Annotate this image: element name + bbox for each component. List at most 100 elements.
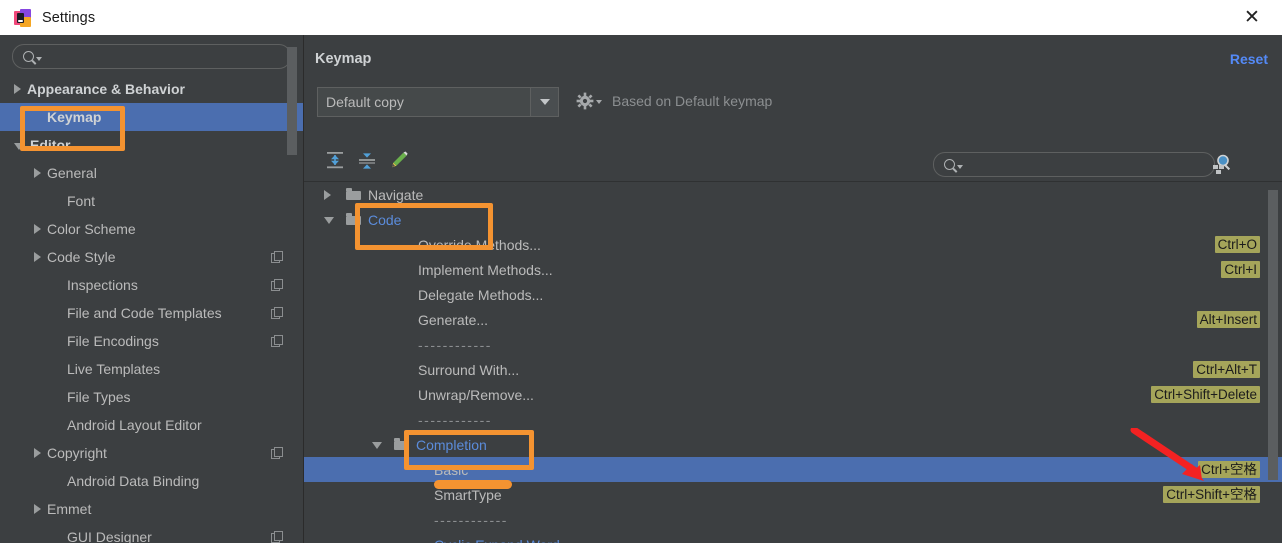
keymap-tree-row[interactable]: Override Methods... Ctrl+O: [304, 232, 1282, 257]
shortcut-badge: Ctrl+Shift+空格: [1163, 486, 1260, 503]
sidebar-item-live-templates[interactable]: Live Templates: [0, 355, 303, 383]
keymap-separator-row: ------------: [304, 332, 1282, 357]
sidebar-item-label: GUI Designer: [67, 529, 152, 543]
search-icon: [944, 159, 955, 170]
sidebar-item-code-style[interactable]: Code Style: [0, 243, 303, 271]
folder-icon: [394, 438, 409, 450]
chevron-down-icon[interactable]: [324, 217, 334, 224]
keymap-tree-row[interactable]: Delegate Methods...: [304, 282, 1282, 307]
keymap-scrollbar[interactable]: [1268, 182, 1280, 543]
chevron-right-icon[interactable]: [14, 84, 21, 94]
keymap-tree-row[interactable]: Completion: [304, 432, 1282, 457]
sidebar-item-label: File Types: [67, 389, 131, 405]
chevron-down-icon: [36, 56, 42, 61]
sidebar-item-file-and-code-templates[interactable]: File and Code Templates: [0, 299, 303, 327]
keymap-tree-row[interactable]: Cyclic Expand Word: [304, 532, 1282, 543]
sidebar-item-emmet[interactable]: Emmet: [0, 495, 303, 523]
keymap-tree-row[interactable]: Navigate: [304, 182, 1282, 207]
gear-icon[interactable]: [576, 92, 594, 110]
keymap-tree-row[interactable]: Unwrap/Remove... Ctrl+Shift+Delete: [304, 382, 1282, 407]
keymap-separator-row: ------------: [304, 507, 1282, 532]
keymap-tree-row[interactable]: Basic Ctrl+空格: [304, 457, 1282, 482]
sidebar-item-label: Android Data Binding: [67, 473, 200, 489]
chevron-right-icon[interactable]: [34, 224, 41, 234]
sidebar-scrollbar-thumb[interactable]: [287, 47, 297, 155]
sidebar-item-label: General: [47, 165, 97, 181]
shortcut-badge: Ctrl+O: [1214, 236, 1260, 253]
window-titlebar: Settings ✕: [0, 0, 1282, 36]
keymap-select[interactable]: Default copy: [317, 87, 559, 117]
sidebar-item-file-encodings[interactable]: File Encodings: [0, 327, 303, 355]
sidebar-item-label: Inspections: [67, 277, 138, 293]
keymap-select-arrow[interactable]: [530, 88, 558, 116]
close-icon[interactable]: ✕: [1230, 0, 1274, 35]
keymap-tree-row[interactable]: Code: [304, 207, 1282, 232]
sidebar-item-android-data-binding[interactable]: Android Data Binding: [0, 467, 303, 495]
chevron-down-icon[interactable]: [14, 143, 24, 150]
shortcut-badge: Alt+Insert: [1196, 311, 1260, 328]
edit-pencil-icon[interactable]: [386, 148, 412, 172]
keymap-search-input[interactable]: [968, 156, 1204, 173]
shortcut-badge: Ctrl+Alt+T: [1193, 361, 1260, 378]
gear-chevron-down-icon[interactable]: [596, 100, 602, 104]
sidebar-item-label: Appearance & Behavior: [27, 81, 185, 97]
keymap-tree-row[interactable]: SmartType Ctrl+Shift+空格: [304, 482, 1282, 507]
chevron-down-icon: [957, 164, 963, 169]
sidebar-item-color-scheme[interactable]: Color Scheme: [0, 215, 303, 243]
sidebar-item-label: File and Code Templates: [67, 305, 222, 321]
keymap-tree-row[interactable]: Surround With... Ctrl+Alt+T: [304, 357, 1282, 382]
keymap-action-label: Delegate Methods...: [418, 286, 544, 303]
sidebar-item-editor[interactable]: Editor: [0, 131, 303, 159]
sidebar-tree: Appearance & Behavior Keymap Editor General…: [0, 75, 303, 543]
sidebar-search-box[interactable]: [12, 44, 291, 69]
sidebar-item-inspections[interactable]: Inspections: [0, 271, 303, 299]
chevron-down-icon[interactable]: [372, 442, 382, 449]
sidebar-item-gui-designer[interactable]: GUI Designer: [0, 523, 303, 543]
chevron-right-icon[interactable]: [34, 448, 41, 458]
reset-button[interactable]: Reset: [1230, 51, 1268, 67]
folder-icon: [346, 213, 361, 225]
find-by-shortcut-icon[interactable]: [1210, 152, 1234, 176]
keymap-scrollbar-thumb[interactable]: [1268, 190, 1278, 480]
keymap-toolbar: [304, 140, 1282, 180]
chevron-right-icon[interactable]: [34, 504, 41, 514]
keymap-action-label: Override Methods...: [418, 236, 541, 253]
sidebar-search-wrap: [0, 35, 303, 75]
sidebar-item-font[interactable]: Font: [0, 187, 303, 215]
settings-sidebar: Appearance & Behavior Keymap Editor General…: [0, 35, 304, 543]
sidebar-item-label: Code Style: [47, 249, 116, 265]
sidebar-search-input[interactable]: [47, 48, 280, 65]
chevron-right-icon[interactable]: [34, 168, 41, 178]
sidebar-item-file-types[interactable]: File Types: [0, 383, 303, 411]
copy-config-icon: [271, 335, 283, 347]
collapse-all-icon[interactable]: [354, 148, 380, 172]
keymap-panel: Keymap Reset Default copy Based on Defau…: [304, 35, 1282, 543]
keymap-separator-row: ------------: [304, 407, 1282, 432]
separator-label: ------------: [418, 336, 492, 353]
copy-config-icon: [271, 251, 283, 263]
keymap-tree: Navigate Code Override Methods... Ctrl+O Imp…: [304, 182, 1282, 543]
chevron-right-icon[interactable]: [34, 252, 41, 262]
chevron-right-icon[interactable]: [324, 190, 331, 200]
keymap-tree-row[interactable]: Generate... Alt+Insert: [304, 307, 1282, 332]
sidebar-item-copyright[interactable]: Copyright: [0, 439, 303, 467]
sidebar-item-android-layout-editor[interactable]: Android Layout Editor: [0, 411, 303, 439]
keymap-search-box[interactable]: [933, 152, 1215, 177]
copy-config-icon: [271, 279, 283, 291]
separator-label: ------------: [434, 511, 508, 528]
keymap-tree-row[interactable]: Implement Methods... Ctrl+I: [304, 257, 1282, 282]
keymap-action-label: Completion: [416, 436, 487, 453]
expand-all-icon[interactable]: [322, 148, 348, 172]
sidebar-item-keymap[interactable]: Keymap: [0, 103, 303, 131]
sidebar-item-general[interactable]: General: [0, 159, 303, 187]
sidebar-item-appearance-behavior[interactable]: Appearance & Behavior: [0, 75, 303, 103]
sidebar-scrollbar[interactable]: [287, 35, 300, 543]
settings-window: Settings ✕ Appearance & Behavior Keymap Ed…: [0, 0, 1282, 543]
